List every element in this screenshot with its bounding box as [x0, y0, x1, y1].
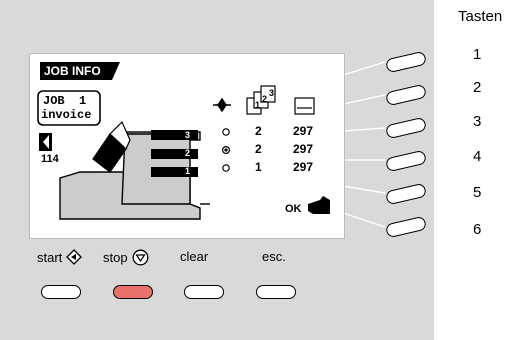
clear-label: clear: [180, 249, 209, 264]
separator-icon: [213, 97, 231, 113]
length-row-2: 297: [293, 142, 314, 156]
job-name: invoice: [41, 108, 92, 122]
clear-button[interactable]: [184, 285, 224, 299]
radio-row-1: [222, 164, 230, 172]
start-icon: [66, 249, 83, 265]
sheet-count-row-3: 2: [255, 124, 262, 138]
ok-hand-icon: [308, 196, 330, 214]
tasten-item-4: 4: [473, 148, 482, 165]
feeder-stations: [151, 130, 198, 177]
clear-control-label: clear: [180, 249, 208, 264]
stop-icon: [132, 249, 149, 266]
radio-row-3: [222, 128, 230, 136]
job-info-display: JOB INFO JOB 1 invoice 114 3 2 1 2 2 1 2…: [29, 53, 345, 239]
esc-control-label: esc.: [262, 249, 286, 264]
station-label-3: 3: [185, 130, 191, 140]
sheet-count-row-2: 2: [255, 142, 262, 156]
tasten-item-5: 5: [473, 184, 482, 201]
sheet-count-row-1: 1: [255, 160, 262, 174]
length-row-1: 297: [293, 160, 314, 174]
esc-button[interactable]: [256, 285, 296, 299]
sheet-icon-digit-2: 2: [262, 94, 268, 104]
job-number: JOB 1: [43, 94, 87, 108]
station-label-2: 2: [185, 148, 191, 158]
tasten-item-1: 1: [473, 46, 482, 63]
station-label-1: 1: [185, 166, 191, 176]
tasten-item-3: 3: [473, 113, 482, 130]
length-row-3: 297: [293, 124, 314, 138]
ok-label: OK: [285, 203, 302, 215]
stop-label: stop: [103, 250, 128, 265]
start-control-label: start: [37, 249, 83, 265]
esc-label: esc.: [262, 249, 286, 264]
counter-value: 114: [41, 153, 59, 165]
start-label: start: [37, 249, 63, 265]
stop-control-label: stop: [103, 249, 149, 266]
tasten-item-6: 6: [473, 221, 482, 238]
length-icon: [294, 97, 315, 115]
sheet-icon-digit-1: 1: [255, 100, 261, 110]
start-button[interactable]: [41, 285, 81, 299]
tasten-title: Tasten: [458, 8, 503, 25]
job-info-title: JOB INFO: [44, 64, 101, 78]
sheet-icon-digit-3: 3: [269, 88, 275, 98]
tasten-item-2: 2: [473, 79, 482, 96]
stop-button[interactable]: [113, 285, 153, 299]
